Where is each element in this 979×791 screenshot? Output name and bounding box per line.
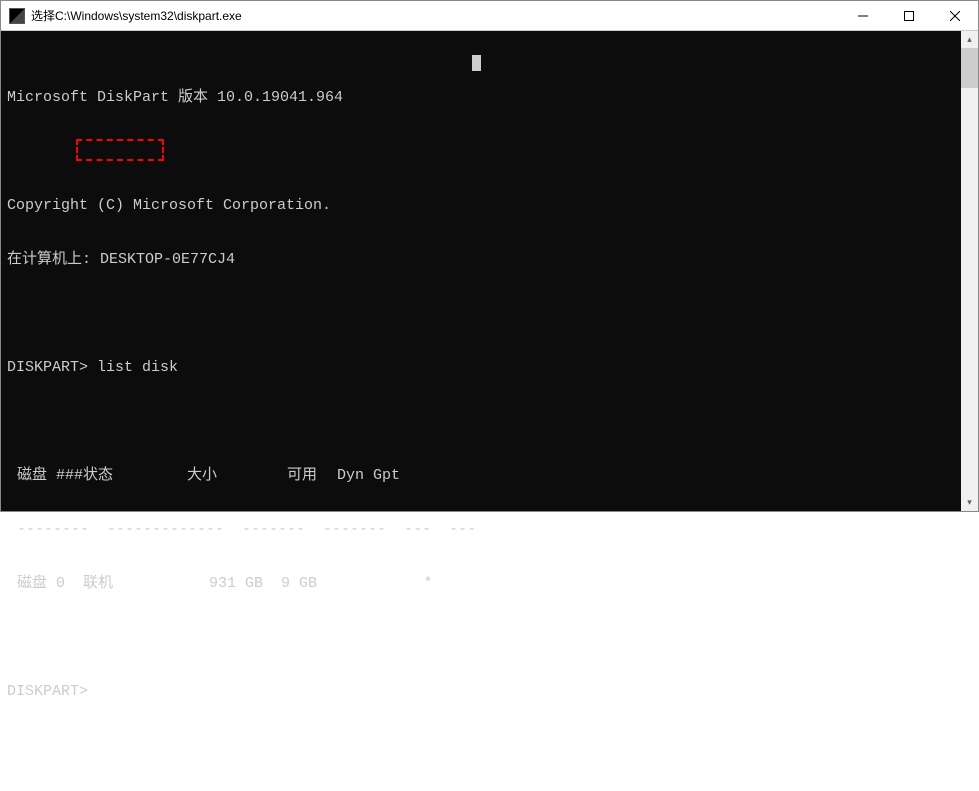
prompt-text: DISKPART>	[7, 359, 88, 377]
col-status: 状态	[83, 467, 187, 485]
cell-gpt	[373, 575, 413, 593]
scroll-thumb[interactable]	[961, 48, 978, 88]
computer-line: 在计算机上: DESKTOP-0E77CJ4	[7, 251, 955, 269]
col-gpt: Gpt	[373, 467, 413, 485]
minimize-button[interactable]	[840, 1, 886, 31]
close-button[interactable]	[932, 1, 978, 31]
prompt-line-1: DISKPART> list disk	[7, 359, 955, 377]
window-title: 选择C:\Windows\system32\diskpart.exe	[31, 7, 242, 24]
col-disk-num: 磁盘 ###	[7, 467, 83, 485]
scroll-down-arrow-icon[interactable]: ▾	[961, 494, 978, 511]
cell-gpt-mark: *	[413, 575, 443, 593]
table-divider: -------- ------------- ------- ------- -…	[17, 521, 955, 539]
col-free: 可用	[267, 467, 327, 485]
prompt-line-2: DISKPART>	[7, 683, 955, 701]
app-icon	[9, 8, 25, 24]
col-size: 大小	[187, 467, 267, 485]
cell-free: 9 GB	[267, 575, 327, 593]
table-header-row: 磁盘 ### 状态 大小 可用 Dyn Gpt	[7, 467, 955, 485]
maximize-button[interactable]	[886, 1, 932, 31]
window-titlebar: 选择C:\Windows\system32\diskpart.exe	[1, 1, 978, 31]
vertical-scrollbar[interactable]: ▴ ▾	[961, 31, 978, 511]
version-line: Microsoft DiskPart 版本 10.0.19041.964	[7, 89, 955, 107]
cell-dyn	[327, 575, 373, 593]
cell-disk-num: 磁盘 0	[7, 575, 83, 593]
cell-size: 931 GB	[187, 575, 267, 593]
col-dyn: Dyn	[327, 467, 373, 485]
table-row: 磁盘 0 联机 931 GB 9 GB *	[7, 575, 955, 593]
text-cursor	[472, 55, 481, 71]
copyright-line: Copyright (C) Microsoft Corporation.	[7, 197, 955, 215]
terminal-output[interactable]: Microsoft DiskPart 版本 10.0.19041.964 Cop…	[1, 31, 961, 511]
command-text: list disk	[97, 359, 178, 377]
scroll-up-arrow-icon[interactable]: ▴	[961, 31, 978, 48]
cell-status: 联机	[83, 575, 187, 593]
